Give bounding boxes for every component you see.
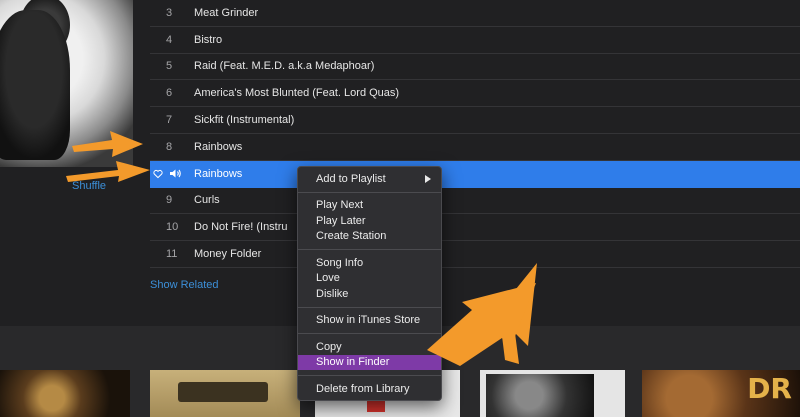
album-artwork[interactable] [0, 0, 133, 167]
track-title: Money Folder [194, 248, 262, 261]
chevron-right-icon [425, 175, 431, 183]
track-title: Rainbows [194, 140, 243, 153]
track-title: Raid (Feat. M.E.D. a.k.a Medaphoar) [194, 60, 375, 73]
track-number: 10 [166, 221, 179, 234]
menu-item-label: Copy [316, 340, 342, 353]
thumbnail-label-shape [178, 382, 268, 402]
track-number: 11 [166, 248, 178, 261]
track-title: Do Not Fire! (Instru [194, 221, 288, 234]
album-thumbnail[interactable]: DR [642, 370, 800, 417]
menu-item-label: Show in iTunes Store [316, 314, 421, 327]
menu-item-label: Delete from Library [316, 382, 410, 395]
track-row[interactable]: 3 Meat Grinder [150, 0, 800, 27]
track-list: 3 Meat Grinder 4 Bistro 5 Raid (Feat. M.… [150, 0, 800, 268]
menu-item-play-later[interactable]: Play Later [298, 213, 441, 229]
menu-item-add-to-playlist[interactable]: Add to Playlist [298, 171, 441, 187]
menu-separator [298, 333, 441, 334]
track-title: Curls [194, 194, 220, 207]
context-menu: Add to Playlist Play Next Play Later Cre… [297, 166, 442, 401]
menu-separator [298, 249, 441, 250]
menu-item-love[interactable]: Love [298, 271, 441, 287]
menu-separator [298, 191, 441, 193]
menu-item-label: Dislike [316, 287, 349, 300]
show-related-link[interactable]: Show Related [150, 279, 219, 291]
menu-item-song-info[interactable]: Song Info [298, 255, 441, 271]
menu-item-copy[interactable]: Copy [298, 339, 441, 355]
track-row[interactable]: 10 Do Not Fire! (Instru [150, 214, 800, 242]
track-row-selected[interactable]: Rainbows [150, 160, 800, 188]
menu-separator [298, 306, 441, 308]
menu-separator [298, 375, 441, 376]
menu-item-show-in-finder[interactable]: Show in Finder [298, 354, 441, 370]
track-number: 9 [166, 194, 173, 207]
track-row[interactable]: 7 Sickfit (Instrumental) [150, 107, 800, 134]
track-number: 8 [166, 140, 173, 153]
menu-item-label: Show in Finder [316, 356, 390, 369]
track-number: 4 [166, 33, 173, 46]
menu-item-label: Add to Playlist [316, 172, 386, 185]
menu-item-delete-from-library[interactable]: Delete from Library [298, 381, 441, 397]
thumbnail-lettering: DR [747, 372, 792, 405]
track-title: Sickfit (Instrumental) [194, 114, 295, 127]
track-title: Meat Grinder [194, 6, 259, 19]
album-thumbnail[interactable] [480, 370, 625, 417]
menu-item-dislike[interactable]: Dislike [298, 286, 441, 302]
track-row[interactable]: 4 Bistro [150, 27, 800, 54]
track-title: Rainbows [194, 167, 243, 180]
speaker-icon [170, 169, 181, 178]
menu-item-show-in-itunes-store[interactable]: Show in iTunes Store [298, 313, 441, 329]
menu-item-label: Song Info [316, 256, 364, 269]
track-row[interactable]: 8 Rainbows [150, 134, 800, 161]
track-number: 7 [166, 114, 173, 127]
track-title: Bistro [194, 33, 223, 46]
track-row[interactable]: 6 America's Most Blunted (Feat. Lord Qua… [150, 80, 800, 108]
track-number: 5 [166, 60, 173, 73]
menu-item-create-station[interactable]: Create Station [298, 229, 441, 245]
menu-item-label: Play Next [316, 199, 364, 212]
menu-item-play-next[interactable]: Play Next [298, 198, 441, 214]
track-row[interactable]: 5 Raid (Feat. M.E.D. a.k.a Medaphoar) [150, 54, 800, 81]
artwork-figure [0, 10, 70, 160]
shuffle-button[interactable]: Shuffle [72, 180, 106, 192]
track-number: 6 [166, 87, 173, 100]
menu-item-label: Create Station [316, 230, 387, 243]
track-number: 3 [166, 6, 173, 19]
heart-icon[interactable] [153, 169, 163, 179]
album-thumbnail[interactable] [150, 370, 300, 417]
shuffle-label: Shuffle [72, 180, 107, 192]
thumbnail-photo [486, 374, 594, 417]
track-row[interactable]: 11 Money Folder [150, 241, 800, 268]
album-thumbnail[interactable] [0, 370, 130, 417]
track-row[interactable]: 9 Curls [150, 188, 800, 215]
menu-item-label: Love [316, 272, 340, 285]
track-title: America's Most Blunted (Feat. Lord Quas) [194, 87, 400, 100]
menu-item-label: Play Later [316, 214, 366, 227]
track-status-icons [150, 168, 194, 179]
